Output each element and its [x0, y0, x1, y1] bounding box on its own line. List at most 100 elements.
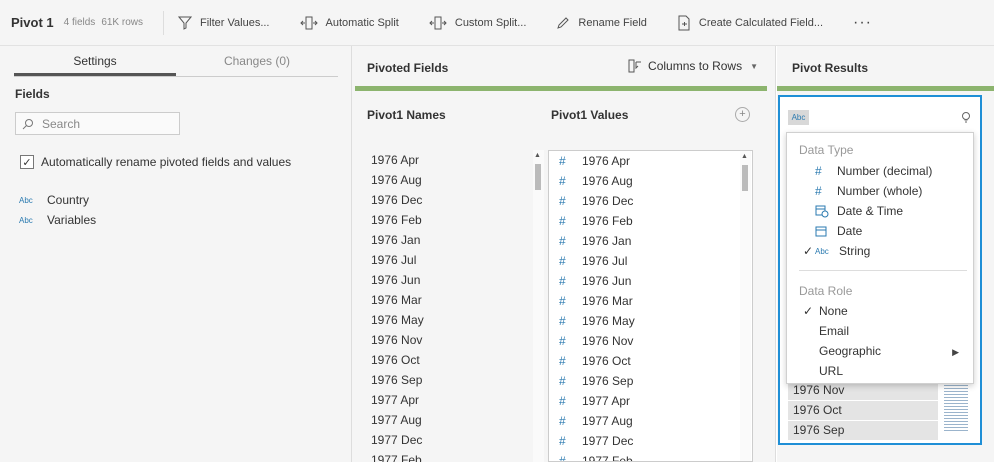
tab-settings[interactable]: Settings [14, 46, 176, 76]
list-item[interactable]: #1976 Dec [549, 191, 752, 211]
number-type-icon: # [815, 164, 822, 178]
list-item[interactable]: #1977 Aug [549, 411, 752, 431]
settings-panel: Settings Changes (0) Fields Search ✓ Aut… [0, 46, 352, 462]
menu-item-date-time[interactable]: Date & Time [803, 201, 963, 221]
number-type-icon: # [815, 184, 822, 198]
value-label: 1977 Feb [582, 454, 633, 462]
pivot-values-list: #1976 Apr #1976 Aug #1976 Dec #1976 Feb … [548, 150, 753, 462]
values-scrollbar[interactable]: ▲ [740, 151, 751, 461]
custom-split-label: Custom Split... [454, 16, 527, 29]
field-name: Country [47, 193, 90, 207]
list-item[interactable]: 1976 Aug [366, 170, 547, 190]
automatic-split-button[interactable]: Automatic Split [299, 15, 399, 31]
scroll-up-icon[interactable]: ▲ [534, 152, 541, 159]
list-item[interactable]: 1976 Oct [788, 401, 938, 420]
scrollbar-thumb[interactable] [535, 164, 541, 190]
number-type-icon: # [559, 254, 566, 268]
menu-item-string[interactable]: ✓ Abc String [803, 241, 963, 261]
custom-split-icon [429, 16, 447, 29]
menu-item-role-none[interactable]: ✓ None [803, 301, 963, 321]
rename-field-label: Rename Field [578, 16, 647, 29]
date-time-icon [815, 204, 837, 218]
result-value-list: 1976 Nov 1976 Oct 1976 Sep [788, 381, 938, 441]
custom-split-button[interactable]: Custom Split... [429, 15, 527, 31]
pivot-results-title: Pivot Results [792, 61, 869, 75]
menu-item-role-geographic[interactable]: Geographic [803, 341, 963, 361]
list-item[interactable]: #1976 Apr [549, 151, 752, 171]
list-item[interactable]: #1977 Apr [549, 391, 752, 411]
field-item-country[interactable]: Abc Country [19, 193, 89, 207]
field-item-variables[interactable]: Abc Variables [19, 213, 96, 227]
list-item[interactable]: #1976 Feb [549, 211, 752, 231]
list-item[interactable]: 1977 Dec [366, 430, 547, 450]
data-type-button[interactable]: Abc [788, 110, 809, 125]
list-item[interactable]: 1976 Feb [366, 210, 547, 230]
value-label: 1976 Dec [582, 194, 634, 208]
list-item[interactable]: 1976 Jun [366, 270, 547, 290]
number-type-icon: # [559, 434, 566, 448]
list-item[interactable]: 1976 Sep [366, 370, 547, 390]
pivoted-fields-panel: Pivoted Fields Columns to Rows ▼ Pivot1 … [352, 46, 776, 462]
scrollbar-thumb[interactable] [742, 165, 748, 191]
list-item[interactable]: #1977 Feb [549, 451, 752, 462]
list-item[interactable]: 1976 Jul [366, 250, 547, 270]
list-item[interactable]: #1976 Oct [549, 351, 752, 371]
filter-values-button[interactable]: Filter Values... [178, 16, 270, 30]
tab-changes[interactable]: Changes (0) [176, 46, 338, 76]
fields-heading: Fields [15, 87, 50, 101]
submenu-arrow-icon[interactable]: ▶ [952, 347, 959, 358]
auto-rename-checkbox[interactable]: ✓ [20, 155, 34, 169]
menu-item-number-whole[interactable]: # Number (whole) [803, 181, 963, 201]
more-options-icon[interactable]: ··· [853, 14, 872, 32]
step-title[interactable]: Pivot 1 [11, 15, 54, 30]
add-pivot-icon[interactable]: + [735, 107, 750, 122]
list-item[interactable]: 1977 Aug [366, 410, 547, 430]
list-item[interactable]: 1977 Apr [366, 390, 547, 410]
create-calculated-field-button[interactable]: Create Calculated Field... [677, 15, 823, 31]
list-item[interactable]: #1976 Jan [549, 231, 752, 251]
list-item[interactable]: 1976 Apr [366, 150, 547, 170]
list-item[interactable]: #1976 Aug [549, 171, 752, 191]
calendar-icon [815, 225, 837, 237]
number-type-icon: # [559, 234, 566, 248]
number-type-icon: # [559, 354, 566, 368]
list-item[interactable]: #1976 Jul [549, 251, 752, 271]
data-role-section-label: Data Role [799, 284, 853, 298]
list-item[interactable]: 1976 May [366, 310, 547, 330]
scroll-up-icon[interactable]: ▲ [741, 153, 748, 160]
number-type-icon: # [559, 274, 566, 288]
list-item[interactable]: 1976 Sep [788, 421, 938, 440]
list-item[interactable]: 1977 Feb [366, 450, 547, 462]
search-icon [22, 118, 33, 129]
rename-field-button[interactable]: Rename Field [556, 16, 647, 30]
list-item[interactable]: 1976 Jan [366, 230, 547, 250]
rows-count: 61K rows [101, 17, 143, 28]
names-scrollbar[interactable]: ▲ [533, 150, 544, 462]
list-item[interactable]: #1976 Sep [549, 371, 752, 391]
calculated-field-icon [678, 15, 690, 30]
number-type-icon: # [559, 454, 566, 462]
menu-item-role-email[interactable]: Email [803, 321, 963, 341]
search-input[interactable]: Search [15, 112, 180, 135]
menu-item-date[interactable]: Date [803, 221, 963, 241]
menu-item-role-url[interactable]: URL [803, 361, 963, 381]
auto-rename-option[interactable]: ✓ Automatically rename pivoted fields an… [20, 155, 291, 169]
value-label: 1976 Nov [582, 334, 634, 348]
list-item[interactable]: #1977 Dec [549, 431, 752, 451]
checkmark-icon: ✓ [803, 304, 814, 318]
columns-to-rows-label: Columns to Rows [648, 59, 743, 73]
value-label: 1976 Jul [582, 254, 628, 268]
list-item[interactable]: #1976 Nov [549, 331, 752, 351]
list-item[interactable]: 1976 Nov [366, 330, 547, 350]
columns-to-rows-dropdown[interactable]: Columns to Rows ▼ [628, 59, 758, 73]
number-type-icon: # [559, 154, 566, 168]
list-item[interactable]: #1976 Mar [549, 291, 752, 311]
menu-item-number-decimal[interactable]: # Number (decimal) [803, 161, 963, 181]
list-item[interactable]: 1976 Mar [366, 290, 547, 310]
list-item[interactable]: #1976 Jun [549, 271, 752, 291]
list-item[interactable]: #1976 May [549, 311, 752, 331]
number-type-icon: # [559, 394, 566, 408]
list-item[interactable]: 1976 Dec [366, 190, 547, 210]
lightbulb-icon[interactable] [961, 111, 971, 125]
list-item[interactable]: 1976 Oct [366, 350, 547, 370]
